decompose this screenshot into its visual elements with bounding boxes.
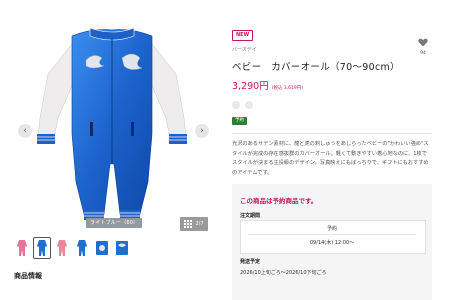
- price-row: 3,290円 (税込 3,619円): [232, 78, 303, 92]
- divider: [232, 133, 432, 134]
- gallery-next-button[interactable]: ›: [195, 124, 209, 138]
- gallery-prev-button[interactable]: ‹: [18, 124, 32, 138]
- thumbnail-strip: [14, 237, 130, 259]
- image-counter-button[interactable]: 2/7: [180, 217, 208, 231]
- thumbnail[interactable]: [114, 238, 130, 258]
- product-image: [37, 27, 187, 220]
- thumbnail[interactable]: [94, 238, 110, 258]
- price: 3,290円: [232, 81, 269, 92]
- color-caption: ライトブルー（60）: [86, 218, 143, 228]
- product-gallery: ‹ › ライトブルー（60） 2/7 商品情報: [0, 0, 222, 300]
- color-swatch[interactable]: [245, 101, 253, 109]
- heart-icon: [418, 38, 428, 47]
- product-description: 光沢のあるサテン素材に、龍と虎の刺しゅうをあしらったベビーの"かわいい強め"スタ…: [232, 141, 429, 176]
- product-title: ベビー カバーオール（70〜90cm）: [232, 62, 400, 73]
- favorite-button[interactable]: 94: [416, 32, 430, 56]
- divider: [248, 234, 416, 235]
- thumbnail[interactable]: [74, 238, 90, 258]
- product-info-heading: 商品情報: [14, 272, 42, 280]
- chevron-right-icon: ›: [200, 125, 204, 136]
- thumbnail[interactable]: [33, 237, 51, 259]
- thumbnail[interactable]: [54, 238, 70, 258]
- image-counter: 2/7: [195, 221, 204, 227]
- order-period-range: 09/14(木) 12:00〜: [309, 240, 355, 246]
- order-period-label: 注文期間: [240, 213, 261, 219]
- shipping-label: 発送予定: [240, 259, 261, 265]
- preorder-badge: 予約: [232, 117, 247, 125]
- preorder-heading: この商品は予約商品です。: [240, 197, 318, 205]
- chevron-left-icon: ‹: [23, 125, 27, 136]
- color-swatch[interactable]: [232, 101, 240, 109]
- shipping-schedule: 2026/10上旬ごろ〜2026/10下旬ごろ: [240, 270, 327, 276]
- grid-icon: [184, 220, 193, 228]
- price-with-tax: (税込 3,619円): [271, 86, 304, 91]
- brand-name[interactable]: バースデイ: [232, 46, 257, 53]
- favorite-count: 94: [420, 51, 426, 56]
- order-period-title: 予約: [326, 226, 337, 232]
- thumbnail[interactable]: [14, 238, 30, 258]
- new-badge: NEW: [232, 30, 254, 41]
